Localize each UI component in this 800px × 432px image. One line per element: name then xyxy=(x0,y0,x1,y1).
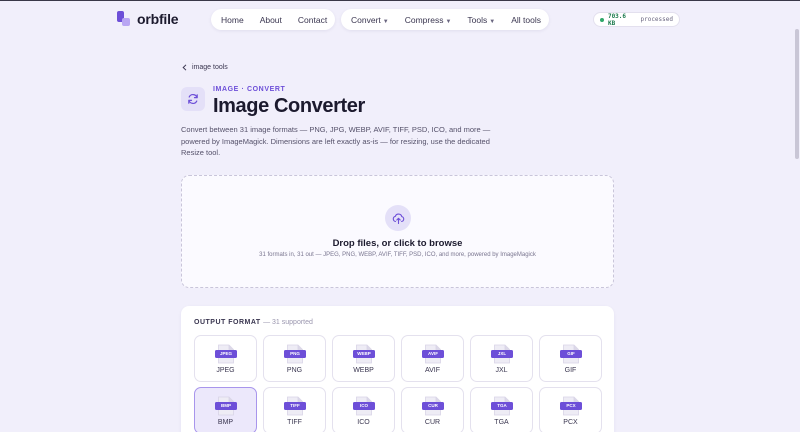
nav-compress-label: Compress xyxy=(404,14,444,25)
chevron-down-icon: ▼ xyxy=(489,18,496,25)
format-badge: BMP xyxy=(215,402,237,410)
format-tile-gif[interactable]: GIF GIF xyxy=(539,335,602,382)
dropzone-title: Drop files, or click to browse xyxy=(332,238,463,249)
format-badge: WEBP xyxy=(353,350,375,358)
chevron-down-icon: ▼ xyxy=(382,18,389,25)
format-badge: ICO xyxy=(353,402,375,410)
chevron-left-icon xyxy=(182,64,187,71)
page-eyebrow: IMAGE · CONVERT xyxy=(213,86,286,93)
nav-all-tools[interactable]: All tools xyxy=(511,15,541,25)
processed-size: 703.6 KB xyxy=(607,12,627,27)
format-name: ICO xyxy=(357,419,370,426)
breadcrumb[interactable]: image tools xyxy=(182,64,228,71)
format-badge: TIFF xyxy=(284,402,306,410)
format-badge: AVIF xyxy=(422,350,444,358)
page-title: Image Converter xyxy=(213,95,365,117)
format-name: JPEG xyxy=(216,367,235,374)
format-name: WEBP xyxy=(353,367,374,374)
brand-name: orbfile xyxy=(137,11,179,27)
page-description: Convert between 31 image formats — PNG, … xyxy=(181,125,491,157)
format-name: TGA xyxy=(494,419,509,426)
status-dot-icon xyxy=(600,17,604,22)
nav-home[interactable]: Home xyxy=(221,15,244,25)
nav-tools-label: Tools xyxy=(467,14,488,25)
output-format-heading: OUTPUT FORMAT — 31 supported xyxy=(194,319,313,326)
file-dropzone[interactable]: Drop files, or click to browse 31 format… xyxy=(181,175,614,288)
format-tile-tiff[interactable]: TIFF TIFF xyxy=(263,387,326,432)
format-tile-cur[interactable]: CUR CUR xyxy=(401,387,464,432)
nav-convert-label: Convert xyxy=(351,14,381,25)
scrollbar-thumb[interactable] xyxy=(795,29,799,159)
dropzone-subtitle: 31 formats in, 31 out — JPEG, PNG, WEBP,… xyxy=(259,252,536,258)
format-tile-webp[interactable]: WEBP WEBP xyxy=(332,335,395,382)
format-grid: JPEG JPEG PNG PNG WEBP WEBP AVIF AVIF JXL JXL GIF G… xyxy=(194,335,602,432)
output-format-count: — 31 supported xyxy=(263,319,313,326)
output-format-heading-label: OUTPUT FORMAT xyxy=(194,319,261,326)
nav-compress[interactable]: Compress ▼ xyxy=(405,15,452,25)
format-name: CUR xyxy=(424,419,441,426)
format-name: BMP xyxy=(217,419,234,426)
main-nav: Home About Contact xyxy=(211,9,335,30)
format-badge: TGA xyxy=(491,402,513,410)
format-tile-jxl[interactable]: JXL JXL xyxy=(470,335,533,382)
chevron-down-icon: ▼ xyxy=(445,18,452,25)
processed-label: processed xyxy=(640,16,673,23)
format-tile-ico[interactable]: ICO ICO xyxy=(332,387,395,432)
format-badge: GIF xyxy=(560,350,582,358)
orbfile-logo-icon xyxy=(117,11,131,27)
format-tile-pcx[interactable]: PCX PCX xyxy=(539,387,602,432)
format-badge: PCX xyxy=(560,402,582,410)
format-tile-bmp[interactable]: BMP BMP xyxy=(194,387,257,432)
nav-contact[interactable]: Contact xyxy=(298,15,327,25)
brand-logo[interactable]: orbfile xyxy=(117,11,179,27)
refresh-icon xyxy=(181,87,205,111)
nav-about[interactable]: About xyxy=(260,15,282,25)
format-tile-avif[interactable]: AVIF AVIF xyxy=(401,335,464,382)
nav-convert[interactable]: Convert ▼ xyxy=(351,15,389,25)
format-badge: JPEG xyxy=(215,350,237,358)
format-name: JXL xyxy=(495,367,508,374)
format-name: PNG xyxy=(286,367,303,374)
upload-cloud-icon xyxy=(385,205,411,231)
tools-nav: Convert ▼ Compress ▼ Tools ▼ All tools xyxy=(341,9,549,30)
nav-tools[interactable]: Tools ▼ xyxy=(467,15,495,25)
breadcrumb-label: image tools xyxy=(192,64,228,71)
processed-status-badge: 703.6 KB processed xyxy=(593,12,680,27)
format-name: PCX xyxy=(563,419,578,426)
format-tile-tga[interactable]: TGA TGA xyxy=(470,387,533,432)
format-name: TIFF xyxy=(287,419,302,426)
format-badge: CUR xyxy=(422,402,444,410)
format-name: GIF xyxy=(564,367,577,374)
format-tile-png[interactable]: PNG PNG xyxy=(263,335,326,382)
output-format-panel: OUTPUT FORMAT — 31 supported JPEG JPEG PNG… xyxy=(181,306,614,432)
format-badge: JXL xyxy=(491,350,513,358)
format-badge: PNG xyxy=(284,350,306,358)
format-name: AVIF xyxy=(424,367,441,374)
format-tile-jpeg[interactable]: JPEG JPEG xyxy=(194,335,257,382)
